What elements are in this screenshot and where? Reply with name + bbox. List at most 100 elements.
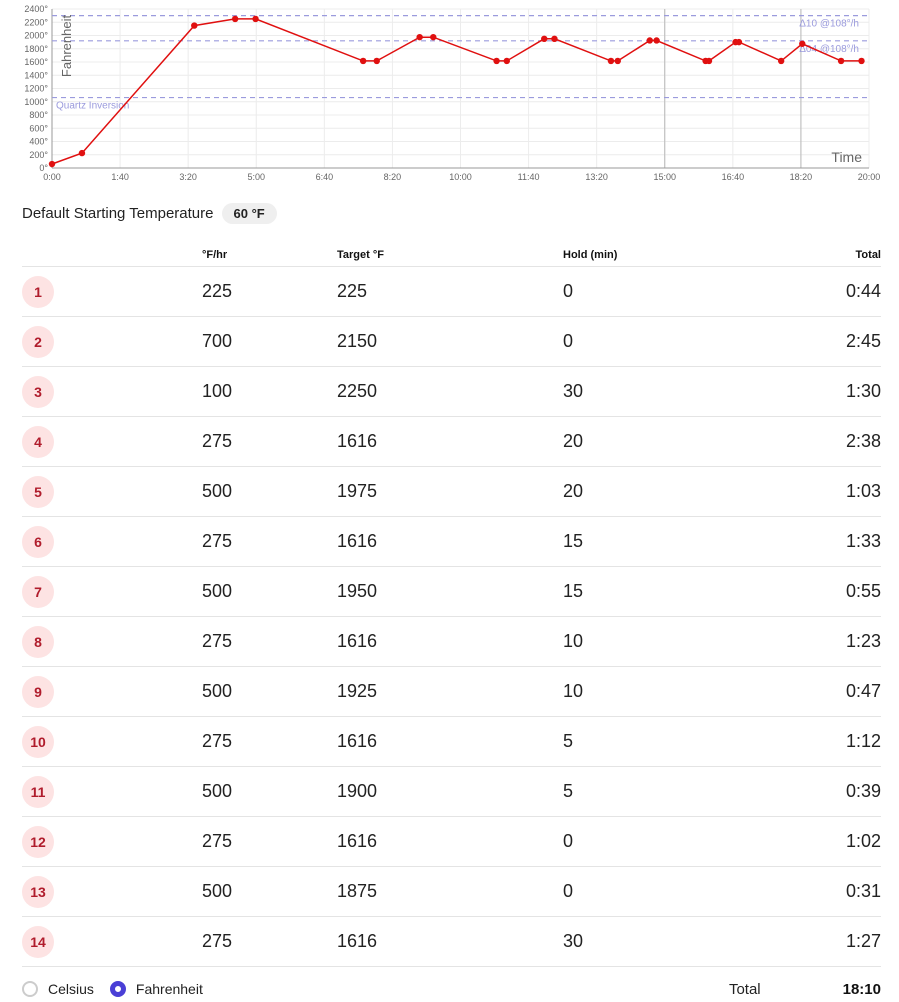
hold-cell[interactable]: 0: [563, 266, 761, 317]
hold-cell[interactable]: 0: [563, 866, 761, 917]
total-cell[interactable]: 0:47: [761, 666, 881, 717]
x-tick-label: 15:00: [653, 172, 676, 182]
hold-cell[interactable]: 0: [563, 316, 761, 367]
hold-cell[interactable]: 10: [563, 616, 761, 667]
table-row[interactable]: 10 275 1616 5 1:12: [22, 716, 881, 767]
y-tick-label: 800°: [29, 110, 48, 120]
table-row[interactable]: 13 500 1875 0 0:31: [22, 866, 881, 917]
celsius-radio-circle[interactable]: [22, 981, 38, 997]
total-cell[interactable]: 0:55: [761, 566, 881, 617]
data-point: [735, 38, 743, 46]
total-cell[interactable]: 1:30: [761, 366, 881, 417]
table-row[interactable]: 7 500 1950 15 0:55: [22, 566, 881, 617]
starting-temperature-row: Default Starting Temperature 60 °F: [22, 201, 277, 225]
segment-number-badge: 13: [22, 875, 54, 908]
hold-cell[interactable]: 30: [563, 916, 761, 967]
target-cell[interactable]: 1875: [337, 866, 563, 917]
target-cell[interactable]: 2150: [337, 316, 563, 367]
table-row[interactable]: 1 225 225 0 0:44: [22, 266, 881, 317]
rate-cell[interactable]: 500: [202, 766, 337, 817]
rate-cell[interactable]: 275: [202, 616, 337, 667]
target-cell[interactable]: 1925: [337, 666, 563, 717]
data-point: [799, 40, 806, 47]
hold-cell[interactable]: 10: [563, 666, 761, 717]
segment-number-badge: 5: [22, 475, 54, 508]
hold-cell[interactable]: 15: [563, 566, 761, 617]
data-point: [493, 57, 500, 65]
rate-cell[interactable]: 275: [202, 516, 337, 567]
fahrenheit-radio[interactable]: Fahrenheit: [109, 981, 203, 997]
y-tick-label: 600°: [29, 123, 48, 133]
table-row[interactable]: 14 275 1616 30 1:27: [22, 916, 881, 967]
rate-cell[interactable]: 100: [202, 366, 337, 417]
rate-cell[interactable]: 500: [202, 466, 337, 517]
total-cell[interactable]: 2:38: [761, 416, 881, 467]
total-cell[interactable]: 0:44: [761, 266, 881, 317]
rate-cell[interactable]: 500: [202, 666, 337, 717]
table-row[interactable]: 6 275 1616 15 1:33: [22, 516, 881, 567]
table-row[interactable]: 4 275 1616 20 2:38: [22, 416, 881, 467]
hold-cell[interactable]: 30: [563, 366, 761, 417]
total-cell[interactable]: 1:12: [761, 716, 881, 767]
hold-cell[interactable]: 5: [563, 716, 761, 767]
hold-cell[interactable]: 20: [563, 416, 761, 467]
total-cell[interactable]: 0:31: [761, 866, 881, 917]
rate-cell[interactable]: 225: [202, 266, 337, 317]
target-cell[interactable]: 1616: [337, 916, 563, 967]
celsius-label: Celsius: [48, 981, 94, 997]
segment-number-badge: 7: [22, 575, 54, 608]
hold-cell[interactable]: 0: [563, 816, 761, 867]
target-cell[interactable]: 1616: [337, 516, 563, 567]
target-cell[interactable]: 1900: [337, 766, 563, 817]
header-hold: Hold (min): [563, 244, 761, 267]
rate-cell[interactable]: 275: [202, 416, 337, 467]
target-cell[interactable]: 1616: [337, 616, 563, 667]
guide-label: Quartz Inversion: [56, 101, 129, 112]
target-cell[interactable]: 2250: [337, 366, 563, 417]
data-point: [837, 57, 845, 65]
hold-cell[interactable]: 5: [563, 766, 761, 817]
total-cell[interactable]: 2:45: [761, 316, 881, 367]
table-row[interactable]: 8 275 1616 10 1:23: [22, 616, 881, 667]
hold-cell[interactable]: 15: [563, 516, 761, 567]
y-tick-label: 1400°: [24, 70, 48, 80]
total-cell[interactable]: 1:03: [761, 466, 881, 517]
data-point: [359, 57, 367, 65]
target-cell[interactable]: 1616: [337, 716, 563, 767]
rate-cell[interactable]: 700: [202, 316, 337, 367]
table-row[interactable]: 5 500 1975 20 1:03: [22, 466, 881, 517]
celsius-radio[interactable]: Celsius: [22, 981, 94, 997]
target-cell[interactable]: 1616: [337, 816, 563, 867]
target-cell[interactable]: 1616: [337, 416, 563, 467]
x-tick-label: 18:20: [790, 172, 813, 182]
total-cell[interactable]: 1:27: [761, 916, 881, 967]
segment-number-badge: 11: [22, 775, 54, 808]
segment-number-badge: 4: [22, 425, 54, 458]
total-cell[interactable]: 1:23: [761, 616, 881, 667]
target-cell[interactable]: 225: [337, 266, 563, 317]
target-cell[interactable]: 1950: [337, 566, 563, 617]
table-row[interactable]: 2 700 2150 0 2:45: [22, 316, 881, 367]
table-row[interactable]: 12 275 1616 0 1:02: [22, 816, 881, 867]
segment-number-badge: 8: [22, 625, 54, 658]
data-point: [48, 160, 56, 168]
target-cell[interactable]: 1975: [337, 466, 563, 517]
rate-cell[interactable]: 275: [202, 816, 337, 867]
total-cell[interactable]: 0:39: [761, 766, 881, 817]
starting-temperature-value[interactable]: 60 °F: [221, 202, 277, 224]
guide-label: Δ04 @108°/h: [799, 44, 859, 55]
table-row[interactable]: 11 500 1900 5 0:39: [22, 766, 881, 817]
rate-cell[interactable]: 275: [202, 716, 337, 767]
rate-cell[interactable]: 500: [202, 566, 337, 617]
total-cell[interactable]: 1:02: [761, 816, 881, 867]
segment-number-badge: 2: [22, 325, 54, 358]
table-row[interactable]: 9 500 1925 10 0:47: [22, 666, 881, 717]
y-axis-label: Fahrenheit: [59, 15, 74, 78]
hold-cell[interactable]: 20: [563, 466, 761, 517]
total-cell[interactable]: 1:33: [761, 516, 881, 567]
rate-cell[interactable]: 275: [202, 916, 337, 967]
rate-cell[interactable]: 500: [202, 866, 337, 917]
fahrenheit-radio-circle[interactable]: [109, 981, 126, 997]
table-row[interactable]: 3 100 2250 30 1:30: [22, 366, 881, 417]
y-tick-label: 2200°: [24, 17, 48, 27]
